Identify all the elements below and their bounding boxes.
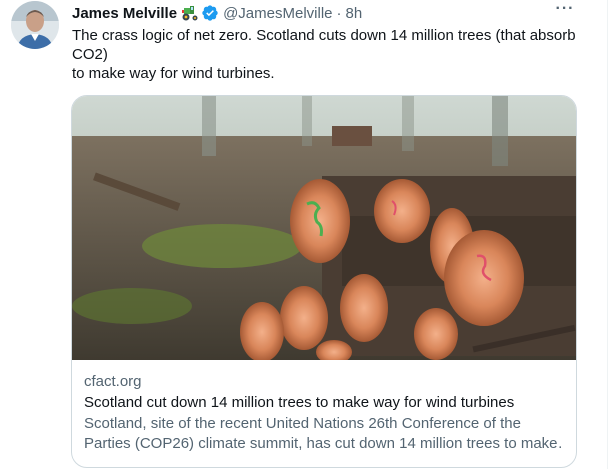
card-info: cfact.org Scotland cut down 14 million t…: [72, 360, 576, 454]
tweet-text: The crass logic of net zero. Scotland cu…: [72, 26, 582, 83]
more-icon[interactable]: ···: [555, 1, 575, 20]
link-preview-card[interactable]: cfact.org Scotland cut down 14 million t…: [71, 95, 577, 468]
author-handle[interactable]: @JamesMelville: [223, 5, 332, 22]
tweet-timestamp[interactable]: 8h: [346, 5, 363, 22]
avatar[interactable]: [11, 1, 59, 49]
separator-dot: ·: [336, 4, 342, 22]
verified-badge-icon: [201, 4, 219, 22]
tweet-text-line: The crass logic of net zero. Scotland cu…: [72, 27, 576, 44]
card-domain: cfact.org: [84, 373, 142, 390]
card-title[interactable]: Scotland cut down 14 million trees to ma…: [84, 393, 564, 413]
tweet[interactable]: James Melville @JamesMelville · 8h ··· T…: [0, 0, 608, 469]
card-description: Scotland, site of the recent United Nati…: [84, 414, 564, 454]
tweet-header: James Melville @JamesMelville · 8h: [72, 4, 362, 22]
author-name[interactable]: James Melville: [72, 5, 177, 22]
card-description-line: Scotland, site of the recent United Nati…: [84, 415, 521, 432]
card-image[interactable]: [72, 96, 576, 360]
tweet-text-line: CO2): [72, 46, 108, 63]
tweet-text-line: to make way for wind turbines.: [72, 65, 275, 82]
card-description-line: Parties (COP26) climate summit, has cut …: [84, 435, 564, 452]
tractor-icon: [181, 5, 199, 21]
